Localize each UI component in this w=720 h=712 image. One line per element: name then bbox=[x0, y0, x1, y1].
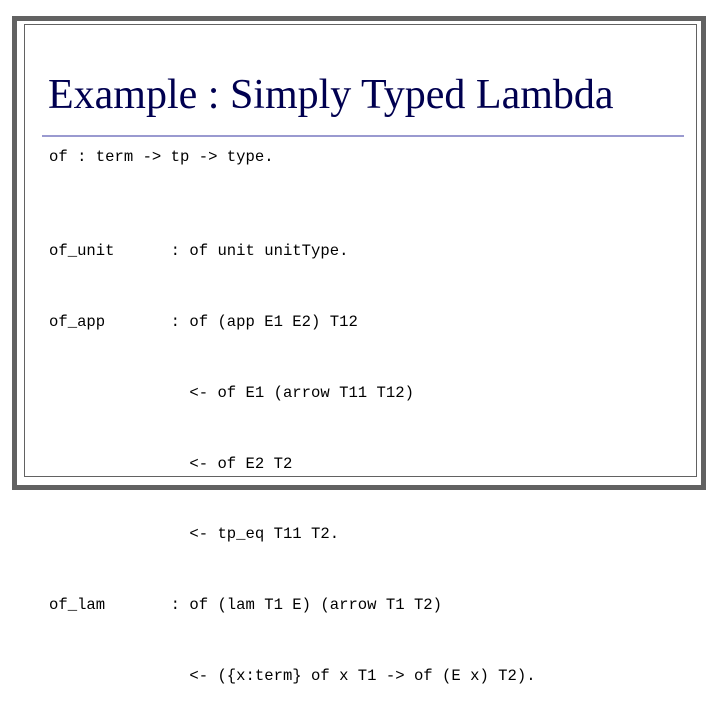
rule-line: of_lam : of (lam T1 E) (arrow T1 T2) bbox=[49, 596, 443, 615]
slide-title: Example : Simply Typed Lambda bbox=[48, 72, 614, 118]
rule-line: <- of E1 (arrow T11 T12) bbox=[49, 383, 414, 402]
type-signature: of : term -> tp -> type. bbox=[49, 148, 274, 166]
rule-line: <- ({x:term} of x T1 -> of (E x) T2). bbox=[49, 666, 536, 685]
rule-line: <- tp_eq T11 T2. bbox=[49, 525, 340, 544]
title-divider bbox=[42, 135, 684, 137]
rule-line: of_unit : of unit unitType. bbox=[49, 242, 349, 261]
rule-line: of_app : of (app E1 E2) T12 bbox=[49, 312, 358, 331]
rule-line: <- of E2 T2 bbox=[49, 454, 293, 473]
typing-rules: of_unit : of unit unitType. of_app : of … bbox=[49, 193, 536, 712]
